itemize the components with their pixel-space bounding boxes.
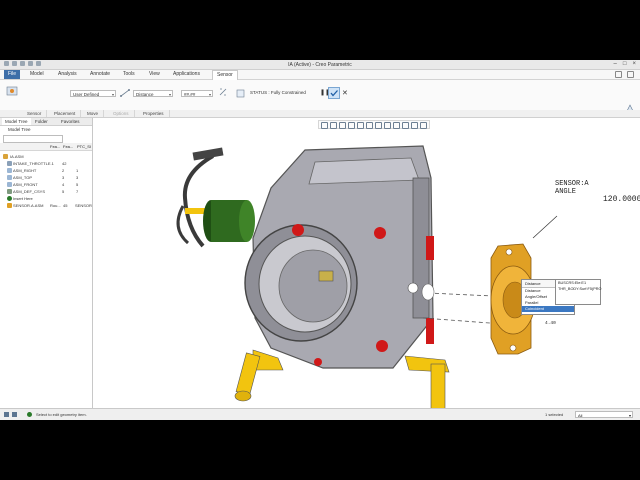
model-scene — [176, 145, 558, 408]
status-bar: Select to edit geometry item. 1 selected… — [0, 408, 640, 420]
graphics-icon[interactable] — [12, 412, 17, 417]
graphics-window[interactable]: SENSOR:A ANGLE 120.0000 4.40 Distance Di… — [93, 118, 640, 408]
reference-box[interactable]: BUSCRS:Ele:E1 THR_BODY:Surf:F5(PRO — [555, 279, 601, 305]
tree-row[interactable]: ASM_DEF_CSYS 5 7 — [0, 188, 92, 195]
annotation-leader — [532, 215, 558, 239]
checkmark-icon — [330, 90, 338, 97]
menu-file[interactable]: File — [4, 70, 21, 79]
tab-model-tree[interactable]: Model Tree — [2, 118, 31, 125]
flip-icon[interactable] — [218, 87, 228, 97]
menu-annotate[interactable]: Annotate — [86, 70, 114, 79]
datum-plane-icon — [7, 175, 12, 180]
tab-placement[interactable]: Placement — [49, 110, 82, 117]
column-header[interactable]: Fea... — [63, 143, 73, 150]
measure-type-select[interactable]: Distance ▾ — [133, 90, 173, 97]
chevron-down-icon: ▾ — [168, 92, 171, 97]
csys-icon — [7, 189, 12, 194]
part-icon — [7, 161, 12, 166]
tab-folder[interactable]: Folder — [32, 118, 51, 125]
sensor-ribbon: User Defined ▾ Distance ▾ ##.## ▾ STATUS : … — [0, 80, 640, 122]
ribbon-toggle-icon[interactable] — [627, 71, 634, 78]
tab-move[interactable]: Move — [82, 110, 105, 117]
navigator-tabs: Model Tree Folder Favorites — [0, 118, 92, 126]
value-format-field[interactable]: ##.## ▾ — [181, 90, 213, 97]
tree-row[interactable]: IA.ASM — [0, 153, 92, 160]
column-header[interactable]: PTC_SI — [77, 143, 91, 150]
option-coincident[interactable]: Coincident — [522, 306, 574, 312]
tree-row[interactable]: ASM_RIGHT 2 1 — [0, 167, 92, 174]
sensor-type-icon[interactable] — [6, 85, 18, 97]
tree-row[interactable]: Insert Here — [0, 195, 92, 202]
sensor-assembly-icon — [7, 203, 12, 208]
cancel-button[interactable]: ✕ — [342, 89, 348, 97]
window-title: IA (Active) - Creo Parametric — [288, 62, 352, 68]
dimension-label: 4.40 — [545, 321, 556, 326]
throttle-body[interactable] — [244, 145, 434, 369]
menu-analysis[interactable]: Analysis — [54, 70, 81, 79]
tree-row[interactable]: INTAKE_THROTTLE.1 42 — [0, 160, 92, 167]
yellow-tab[interactable] — [185, 208, 205, 214]
column-header[interactable]: Fea... — [50, 143, 60, 150]
sensor-bore — [421, 283, 435, 301]
sensor-type-select[interactable]: User Defined ▾ — [70, 90, 116, 97]
measure-icon[interactable] — [120, 88, 130, 98]
chevron-down-icon: ▾ — [628, 413, 631, 418]
close-icon[interactable]: × — [632, 61, 636, 67]
datum-plane-icon — [7, 182, 12, 187]
dashboard-tabs: Sensor Placement Move Options Properties — [0, 110, 640, 118]
green-cover[interactable] — [203, 200, 255, 242]
model-tree-title: Model Tree — [8, 127, 31, 132]
menu-sensor[interactable]: Sensor — [212, 70, 238, 80]
selection-count: 1 selected — [545, 412, 564, 417]
tab-options[interactable]: Options — [108, 110, 135, 117]
insert-here-icon — [7, 196, 12, 201]
constraint-status: STATUS : Fully Constrained — [250, 90, 306, 95]
tab-sensor[interactable]: Sensor — [22, 110, 48, 117]
minimize-icon[interactable]: – — [614, 61, 617, 67]
sensor-annotation: SENSOR:A ANGLE — [555, 180, 589, 196]
constraint-icon — [236, 89, 245, 98]
layout-icon[interactable] — [4, 412, 9, 417]
tree-columns: Fea... Fea... PTC_SI — [0, 143, 92, 151]
title-bar: IA (Active) - Creo Parametric – □ × — [0, 60, 640, 70]
coolant-pipe-left[interactable] — [234, 349, 284, 402]
help-icon[interactable] — [615, 71, 622, 78]
app-window: IA (Active) - Creo Parametric – □ × File… — [0, 60, 640, 420]
coolant-pipe-right[interactable] — [404, 355, 450, 408]
selection-filter[interactable]: All ▾ — [575, 411, 633, 418]
menu-model[interactable]: Model — [26, 70, 48, 79]
model-tree-panel: Model Tree Folder Favorites Model Tree F… — [0, 118, 93, 408]
tree-filter-input[interactable] — [3, 135, 63, 143]
chevron-down-icon: ▾ — [111, 92, 114, 97]
reference-item[interactable]: THR_BODY:Surf:F5(PRO — [558, 286, 601, 292]
status-message: Select to edit geometry item. — [36, 412, 87, 417]
menu-bar: File Model Analysis Annotate Tools View … — [0, 70, 640, 80]
tree-row[interactable]: SENSOR.A.ASM Rou... 45 SENSOR — [0, 202, 92, 209]
tree-row[interactable]: ASM_TOP 3 3 — [0, 174, 92, 181]
tree-row[interactable]: ASM_FRONT 4 5 — [0, 181, 92, 188]
assembly-icon — [3, 154, 8, 159]
ok-button[interactable] — [328, 87, 340, 99]
menu-applications[interactable]: Applications — [169, 70, 204, 79]
alignment-line — [427, 292, 494, 297]
tab-properties[interactable]: Properties — [138, 110, 170, 117]
message-icon — [27, 412, 32, 417]
menu-tools[interactable]: Tools — [119, 70, 139, 79]
maximize-icon[interactable]: □ — [623, 61, 627, 67]
menu-view[interactable]: View — [145, 70, 164, 79]
tab-favorites[interactable]: Favorites — [58, 118, 83, 125]
datum-plane-icon — [7, 168, 12, 173]
chevron-down-icon: ▾ — [208, 92, 211, 97]
sensor-value: 120.0000 — [603, 195, 640, 204]
